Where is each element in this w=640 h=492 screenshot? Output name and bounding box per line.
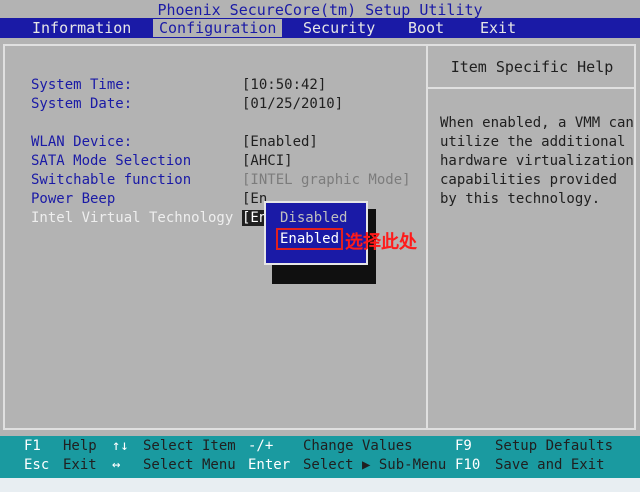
select-menu-desc: Select Menu	[143, 457, 236, 473]
annotation-text: 选择此处	[345, 232, 417, 253]
leftright-arrows-icon: ↔	[112, 457, 121, 473]
wlan-device-label: WLAN Device:	[31, 134, 133, 150]
f9-key: F9	[455, 438, 472, 454]
switchable-function-label: Switchable function	[31, 172, 192, 188]
sata-mode-label: SATA Mode Selection	[31, 153, 192, 169]
enter-key: Enter	[248, 457, 291, 473]
help-separator	[428, 87, 636, 89]
f1-key: F1	[24, 438, 41, 454]
exit-desc: Exit	[63, 457, 97, 473]
menu-boot[interactable]: Boot	[402, 19, 450, 37]
bottom-strip	[0, 478, 640, 492]
setup-defaults-desc: Setup Defaults	[495, 438, 614, 454]
help-line: utilize the additional	[440, 134, 626, 150]
power-beep-label: Power Beep	[31, 191, 116, 207]
system-time-value[interactable]: [10:50:42]	[242, 77, 326, 93]
system-date-value[interactable]: [01/25/2010]	[242, 96, 343, 112]
switchable-function-value: [INTEL graphic Mode]	[242, 172, 411, 188]
panel-divider	[426, 44, 428, 430]
system-date-label: System Date:	[31, 96, 133, 112]
help-title: Item Specific Help	[450, 58, 614, 76]
help-line: hardware virtualization	[440, 153, 634, 169]
select-submenu-desc: Select ▶ Sub-Menu	[303, 457, 447, 473]
f10-key: F10	[455, 457, 481, 473]
select-item-desc: Select Item	[143, 438, 236, 454]
help-line: capabilities provided	[440, 172, 618, 188]
plus-minus-key: -/+	[248, 438, 274, 454]
app-title: Phoenix SecureCore(tm) Setup Utility	[157, 1, 483, 19]
intel-vt-label[interactable]: Intel Virtual Technology	[31, 210, 233, 226]
esc-key: Esc	[24, 457, 50, 473]
help-desc: Help	[63, 438, 97, 454]
sata-mode-value[interactable]: [AHCI]	[242, 153, 293, 169]
help-line: When enabled, a VMM can	[440, 115, 634, 131]
updown-arrows-icon: ↑↓	[112, 438, 129, 454]
save-and-exit-desc: Save and Exit	[495, 457, 605, 473]
menu-security[interactable]: Security	[297, 19, 381, 37]
menu-exit[interactable]: Exit	[474, 19, 522, 37]
menu-information[interactable]: Information	[26, 19, 137, 37]
menu-configuration[interactable]: Configuration	[153, 19, 283, 37]
option-enabled[interactable]: Enabled	[276, 228, 344, 250]
help-line: by this technology.	[440, 191, 601, 207]
option-disabled[interactable]: Disabled	[280, 210, 347, 226]
wlan-device-value[interactable]: [Enabled]	[242, 134, 318, 150]
system-time-label: System Time:	[31, 77, 133, 93]
change-values-desc: Change Values	[303, 438, 413, 454]
